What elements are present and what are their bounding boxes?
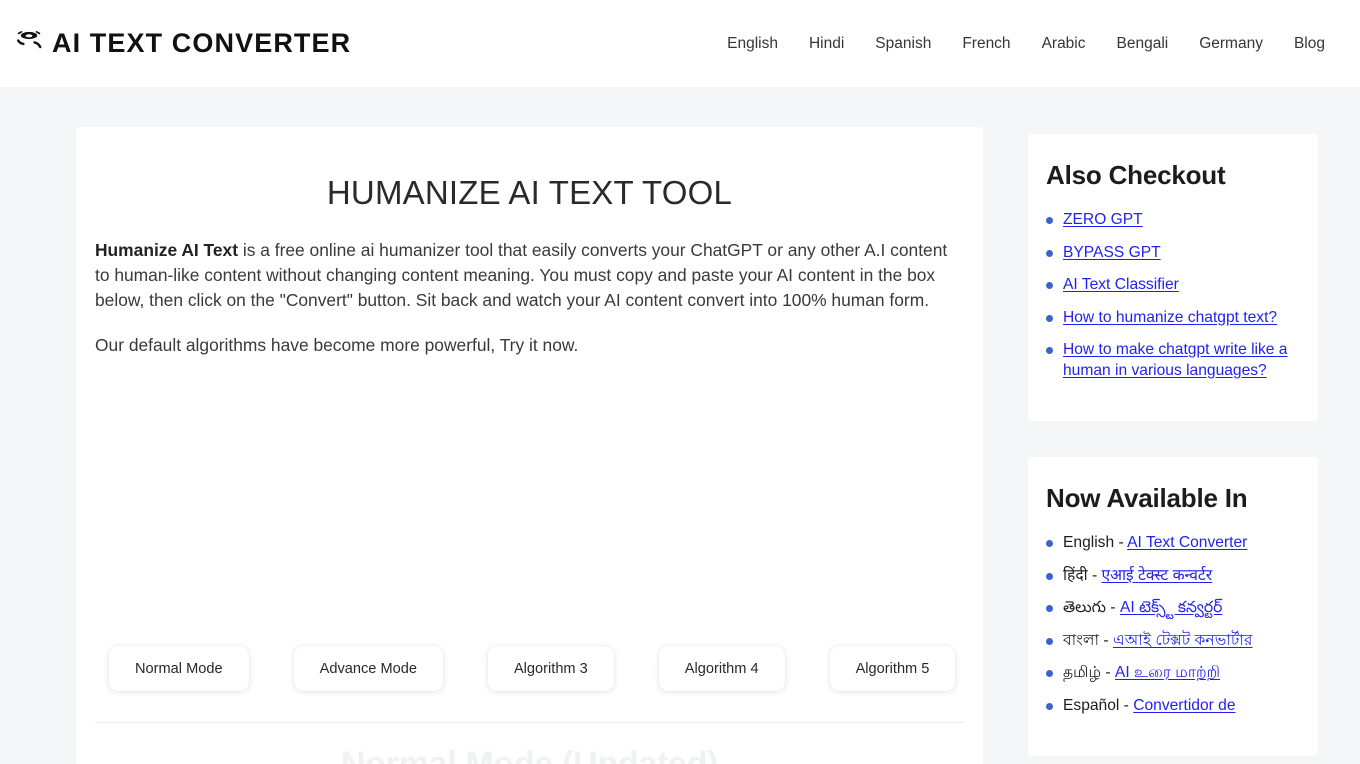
now-available-in-title: Now Available In [1046, 483, 1248, 513]
list-item: தமிழ் - AI உரை மாற்றி [1046, 663, 1296, 684]
list-item: How to humanize chatgpt text? [1046, 308, 1296, 329]
language-link-bengali[interactable]: এআই টেক্সট কনভার্টার [1113, 632, 1253, 649]
language-label-telugu: తెలుగు - [1063, 599, 1120, 616]
also-checkout-title: Also Checkout [1046, 160, 1226, 190]
checkout-link-how-to-humanize[interactable]: How to humanize chatgpt text? [1063, 309, 1277, 326]
also-checkout-list: ZERO GPT BYPASS GPT AI Text Classifier H… [1046, 210, 1296, 381]
mode-button-advance[interactable]: Advance Mode [293, 646, 443, 691]
page-content: HUMANIZE AI TEXT TOOL Humanize AI Text i… [0, 87, 1360, 764]
now-available-in-card: Now Available In English - AI Text Conve… [1028, 457, 1318, 756]
also-checkout-card: Also Checkout ZERO GPT BYPASS GPT AI Tex… [1028, 134, 1318, 421]
mode-button-normal[interactable]: Normal Mode [109, 646, 249, 691]
page-title: HUMANIZE AI TEXT TOOL [326, 174, 733, 211]
language-link-tamil[interactable]: AI உரை மாற்றி [1115, 664, 1220, 681]
list-item: AI Text Classifier [1046, 275, 1296, 296]
tool-description-secondary: Our default algorithms have become more … [95, 335, 579, 355]
list-item: Español - Convertidor de [1046, 696, 1296, 717]
language-label-spanish: Español - [1063, 696, 1134, 714]
language-label-bengali: বাংলা - [1063, 631, 1113, 649]
mode-button-algorithm-4[interactable]: Algorithm 4 [658, 646, 785, 691]
robot-face-icon [12, 24, 46, 58]
language-label-tamil: தமிழ் - [1063, 664, 1115, 681]
nav-item-bengali[interactable]: Bengali [1117, 35, 1169, 53]
language-link-telugu[interactable]: AI టెక్స్ట్ కన్వర్టర్ [1120, 599, 1222, 616]
checkout-link-zero-gpt[interactable]: ZERO GPT [1063, 211, 1143, 228]
site-header: AI TEXT CONVERTER English Hindi Spanish … [0, 0, 1360, 87]
checkout-link-bypass-gpt[interactable]: BYPASS GPT [1063, 244, 1161, 261]
list-item: తెలుగు - AI టెక్స్ట్ కన్వర్టర్ [1046, 598, 1296, 619]
language-label-hindi: हिंदी - [1063, 566, 1102, 584]
now-available-in-list: English - AI Text Converter हिंदी - एआई … [1046, 533, 1296, 716]
brand-title: AI TEXT CONVERTER [52, 28, 352, 58]
nav-item-french[interactable]: French [962, 35, 1010, 53]
list-item: English - AI Text Converter [1046, 533, 1296, 554]
active-mode-heading: Normal Mode (Updated) [340, 745, 719, 764]
language-link-spanish[interactable]: Convertidor de [1133, 697, 1235, 714]
nav-item-hindi[interactable]: Hindi [809, 35, 844, 53]
checkout-link-how-to-make-write[interactable]: How to make chatgpt write like a human i… [1063, 341, 1287, 379]
nav-item-blog[interactable]: Blog [1294, 35, 1325, 53]
checkout-link-ai-text-classifier[interactable]: AI Text Classifier [1063, 276, 1179, 293]
tool-description-lead: Humanize AI Text [95, 240, 239, 260]
mode-button-algorithm-3[interactable]: Algorithm 3 [487, 646, 614, 691]
list-item: বাংলা - এআই টেক্সট কনভার্টার [1046, 631, 1296, 652]
nav-item-spanish[interactable]: Spanish [875, 35, 931, 53]
nav-item-germany[interactable]: Germany [1199, 35, 1263, 53]
section-divider [95, 722, 964, 723]
mode-button-row: Normal Mode Advance Mode Algorithm 3 Alg… [95, 646, 964, 691]
nav-item-english[interactable]: English [727, 35, 778, 53]
humanize-tool-card: HUMANIZE AI TEXT TOOL Humanize AI Text i… [76, 127, 983, 764]
list-item: BYPASS GPT [1046, 243, 1296, 264]
tool-description: Humanize AI Text is a free online ai hum… [95, 238, 964, 313]
language-label-english: English - [1063, 534, 1128, 551]
main-nav: English Hindi Spanish French Arabic Beng… [727, 35, 1330, 53]
brand-logo[interactable]: AI TEXT CONVERTER [12, 28, 351, 59]
list-item: हिंदी - एआई टेक्स्ट कन्वर्टर [1046, 566, 1296, 587]
nav-item-arabic[interactable]: Arabic [1042, 35, 1086, 53]
mode-button-algorithm-5[interactable]: Algorithm 5 [829, 646, 956, 691]
list-item: ZERO GPT [1046, 210, 1296, 231]
text-editor-area[interactable] [95, 358, 964, 646]
sidebar: Also Checkout ZERO GPT BYPASS GPT AI Tex… [1028, 127, 1318, 756]
language-link-english[interactable]: AI Text Converter [1127, 534, 1247, 551]
language-link-hindi[interactable]: एआई टेक्स्ट कन्वर्टर [1102, 567, 1213, 584]
list-item: How to make chatgpt write like a human i… [1046, 340, 1296, 381]
